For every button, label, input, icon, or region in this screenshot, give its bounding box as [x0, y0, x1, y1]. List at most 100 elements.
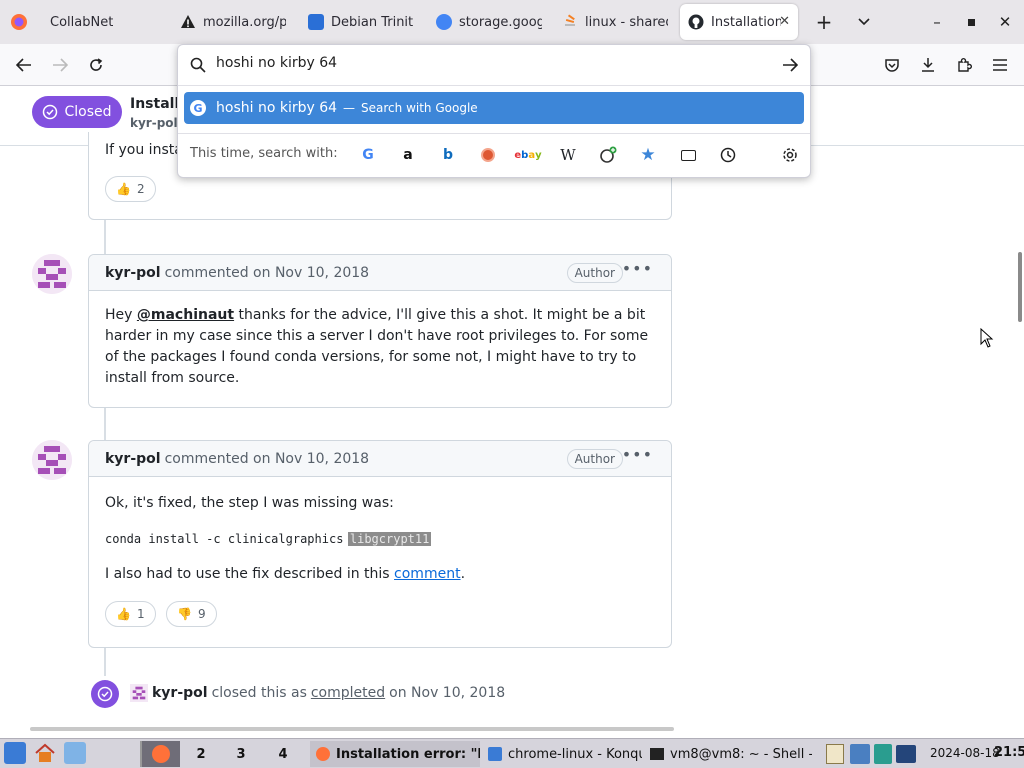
tab-strip: CollabNet mozilla.org/p Debian Trinit st…	[0, 0, 1024, 44]
github-issue-page: Closed Installa kyr-pol If you insta 👍 2…	[0, 86, 1024, 738]
vertical-scrollbar-thumb[interactable]	[1018, 252, 1022, 322]
app-menu-button[interactable]	[986, 51, 1014, 79]
thumbs-down-icon: 👎	[177, 606, 192, 621]
stackoverflow-icon	[562, 14, 578, 30]
comment-body: Ok, it's fixed, the step I was missing w…	[89, 477, 671, 641]
tab-linux-shared[interactable]: linux - shared	[554, 4, 676, 40]
event-date[interactable]: on Nov 10, 2018	[389, 685, 505, 701]
bookmarks-star-icon[interactable]: ★	[638, 145, 658, 165]
tab-mozilla[interactable]: mozilla.org/p	[172, 4, 294, 40]
home-icon[interactable]	[34, 742, 56, 764]
wikipedia-engine-icon[interactable]: W	[558, 145, 578, 165]
comment-text: .	[460, 566, 466, 582]
reload-button[interactable]	[82, 51, 110, 79]
pocket-button[interactable]	[878, 51, 906, 79]
clock-date[interactable]: 2024-08-18	[930, 746, 1000, 760]
tray-network-icon[interactable]	[850, 744, 870, 764]
comment-card: kyr-pol commented on Nov 10, 2018 Author…	[88, 254, 672, 408]
url-input[interactable]: hoshi no kirby 64	[216, 55, 337, 71]
tab-storage[interactable]: storage.goog	[428, 4, 550, 40]
avatar[interactable]	[130, 684, 148, 702]
taskbar-window-konqueror[interactable]: chrome-linux - Konque	[482, 741, 642, 767]
reaction-row: 👍 1 👎 9	[105, 601, 655, 627]
desktop-3-button[interactable]: 3	[222, 741, 260, 767]
desktop-4-button[interactable]: 4	[264, 741, 302, 767]
divider	[178, 133, 810, 134]
user-mention[interactable]: @machinaut	[137, 307, 234, 323]
ebay-engine-icon[interactable]: ebay	[514, 145, 541, 165]
avatar[interactable]	[32, 440, 72, 480]
app-launcher-icon[interactable]	[4, 742, 26, 764]
tray-display-icon[interactable]	[896, 745, 916, 763]
forward-button[interactable]	[46, 51, 74, 79]
avatar[interactable]	[32, 254, 72, 294]
downloads-button[interactable]	[914, 51, 942, 79]
taskbar: 2 3 4 Installation error: "lil chrome-li…	[0, 738, 1024, 768]
google-engine-icon[interactable]: G	[358, 145, 378, 165]
history-clock-icon[interactable]	[718, 145, 738, 165]
search-suggestion[interactable]: G hoshi no kirby 64 — Search with Google	[184, 92, 804, 124]
taskbar-window-shell[interactable]: vm8@vm8: ~ - Shell - K	[644, 741, 812, 767]
code-block: conda install -c clinicalgraphics libgcr…	[105, 529, 655, 550]
go-arrow-icon[interactable]	[782, 57, 799, 76]
arrow-right-icon	[53, 58, 68, 72]
horizontal-scrollbar[interactable]	[30, 727, 674, 731]
reaction-row: 👍 2	[105, 176, 162, 202]
firefox-icon	[152, 745, 170, 763]
reaction-count: 2	[136, 182, 145, 196]
comment-author[interactable]: kyr-pol	[105, 265, 161, 281]
search-icon	[190, 57, 206, 77]
comment-date[interactable]: Nov 10, 2018	[275, 451, 369, 467]
comment-text: If you insta	[105, 142, 183, 158]
tray-klipper-icon[interactable]	[826, 744, 844, 764]
more-options-icon[interactable]: •••	[622, 445, 653, 464]
suggestion-hint: Search with Google	[361, 101, 478, 115]
new-tab-button[interactable]: +	[809, 8, 839, 36]
extensions-button[interactable]	[950, 51, 978, 79]
tab-debian[interactable]: Debian Trinit	[300, 4, 422, 40]
desktop-1-button[interactable]	[142, 741, 180, 767]
minimize-window-button[interactable]: –	[922, 8, 952, 36]
tab-title: storage.goog	[459, 14, 542, 30]
close-window-button[interactable]: ✕	[990, 8, 1020, 36]
github-icon	[688, 14, 704, 30]
comment-link[interactable]: comment	[394, 566, 461, 582]
close-tab-icon[interactable]: ✕	[779, 14, 790, 29]
mouse-cursor-icon	[980, 327, 994, 352]
check-circle-icon	[43, 104, 58, 120]
tab-installation[interactable]: Installation ✕	[680, 4, 798, 40]
reaction-thumbs-up[interactable]: 👍 2	[105, 176, 156, 202]
comment-date[interactable]: Nov 10, 2018	[275, 265, 369, 281]
tabs-icon[interactable]	[678, 145, 698, 165]
desktop-2-button[interactable]: 2	[182, 741, 220, 767]
settings-gear-icon[interactable]	[780, 145, 800, 165]
terminal-icon	[650, 748, 664, 760]
reaction-thumbs-up[interactable]: 👍 1	[105, 601, 156, 627]
firefox-icon	[316, 747, 330, 761]
tab-collabnet[interactable]: CollabNet	[42, 4, 162, 40]
back-button[interactable]	[10, 51, 38, 79]
code-highlight: libgcrypt11	[347, 532, 432, 546]
maximize-window-button[interactable]	[956, 8, 986, 36]
event-author[interactable]: kyr-pol	[152, 685, 208, 701]
list-tabs-button[interactable]	[849, 8, 879, 36]
bing-engine-icon[interactable]: b	[438, 145, 458, 165]
reaction-thumbs-down[interactable]: 👎 9	[166, 601, 217, 627]
taskbar-window-firefox[interactable]: Installation error: "lil	[310, 741, 480, 767]
amazon-engine-icon[interactable]: a	[398, 145, 418, 165]
add-engine-icon[interactable]	[598, 145, 618, 165]
clock-time[interactable]: 21:56	[994, 745, 1024, 760]
pocket-icon	[885, 59, 899, 72]
comment-header: kyr-pol commented on Nov 10, 2018 Author…	[89, 441, 671, 477]
reaction-count: 9	[198, 606, 206, 621]
suggestion-separator: —	[343, 101, 356, 115]
completed-link[interactable]: completed	[311, 685, 385, 701]
network-icon[interactable]	[64, 742, 86, 764]
tray-usb-icon[interactable]	[874, 744, 892, 764]
more-options-icon[interactable]: •••	[622, 259, 653, 278]
hamburger-icon	[993, 59, 1007, 71]
comment-author[interactable]: kyr-pol	[105, 451, 161, 467]
firefox-menu-icon[interactable]	[10, 13, 28, 31]
issue-state-label: Closed	[64, 104, 112, 120]
duckduckgo-engine-icon[interactable]	[478, 145, 498, 165]
